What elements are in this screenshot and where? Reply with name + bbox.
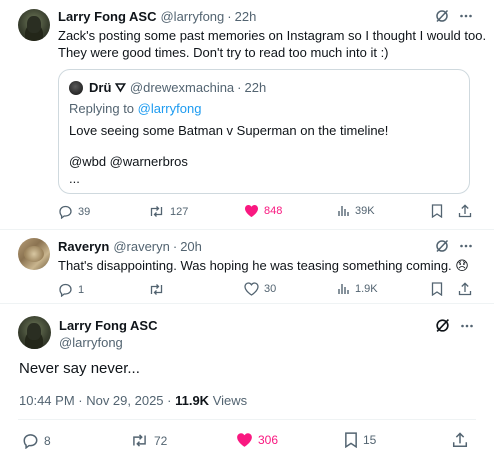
author-name[interactable]: Larry Fong ASC (58, 9, 156, 24)
repost-button[interactable] (148, 282, 165, 297)
quote-author-handle: @drewexmachina (129, 80, 235, 95)
repost-button[interactable]: 127 (148, 204, 188, 219)
views-total: 11.9K (175, 393, 210, 408)
repost-button[interactable]: 72 (130, 432, 167, 449)
reply-count: 1 (78, 283, 85, 296)
tweet-larryfong-reply[interactable]: Larry Fong ASC @larryfong · 22h Zack's p… (0, 0, 494, 228)
more-icon[interactable] (459, 9, 473, 23)
views-count: 1.9K (355, 282, 378, 295)
tweet-text-line: They were good times. Don't try to read … (58, 45, 389, 60)
views-button[interactable]: 1.9K (337, 282, 378, 295)
reply-icon (58, 282, 73, 297)
reply-icon (58, 204, 73, 219)
quoted-tweet[interactable]: Drü ⛛ @drewexmachina · 22h Replying to @… (58, 69, 470, 194)
quote-text-line2: @wbd @warnerbros (69, 154, 188, 169)
separator: · (172, 239, 178, 254)
like-count: 848 (264, 205, 283, 217)
repost-count: 127 (170, 205, 189, 218)
views-icon (337, 282, 350, 295)
repost-count: 72 (154, 433, 168, 448)
grok-icon[interactable] (435, 239, 449, 253)
views-icon (337, 204, 350, 217)
grok-icon[interactable] (435, 9, 449, 23)
reply-icon (22, 432, 39, 449)
tweet-time[interactable]: 20h (180, 239, 202, 254)
repost-icon (148, 204, 165, 219)
separator: · (227, 9, 232, 24)
avatar-larryfong[interactable] (18, 9, 50, 41)
like-icon (236, 432, 253, 448)
avatar-larryfong[interactable] (18, 316, 51, 349)
repost-icon (130, 432, 149, 449)
like-button[interactable]: 30 (244, 282, 276, 296)
replying-prefix: Replying to (69, 101, 138, 116)
quote-author-name: Drü ⛛ (89, 80, 126, 95)
author-name[interactable]: Larry Fong ASC (59, 318, 157, 333)
reply-button[interactable]: 8 (22, 432, 51, 449)
like-icon (244, 204, 259, 218)
replying-to: Replying to @larryfong (69, 101, 201, 116)
share-icon[interactable] (458, 204, 472, 218)
like-count: 30 (264, 283, 277, 295)
quote-time: 22h (244, 80, 267, 95)
like-button[interactable]: 306 (236, 432, 278, 448)
reply-count: 8 (44, 433, 51, 448)
author-handle[interactable]: @raveryn (113, 239, 170, 254)
reply-button[interactable]: 39 (58, 204, 90, 219)
tweet-text: Never say never... (19, 360, 140, 377)
repost-icon (148, 282, 165, 297)
avatar-raveryn[interactable] (18, 238, 50, 270)
bookmark-icon (344, 432, 358, 448)
author-handle[interactable]: @larryfong (160, 9, 224, 24)
views-label: Views (209, 393, 248, 408)
avatar-drewexmachina (69, 81, 83, 95)
views-button[interactable]: 39K (337, 204, 375, 217)
tweet-raveryn-reply[interactable]: Raveryn @raveryn · 20h That's disappoint… (0, 230, 494, 302)
bookmark-button[interactable]: 15 (344, 432, 376, 448)
views-count: 39K (355, 204, 375, 217)
reply-button[interactable]: 1 (58, 282, 84, 297)
like-count: 306 (258, 433, 279, 447)
quote-text-line3: ... (69, 171, 80, 186)
author-name[interactable]: Raveryn (58, 239, 109, 254)
bookmark-icon[interactable] (431, 282, 443, 296)
bookmark-count: 15 (363, 433, 377, 447)
like-icon (244, 282, 259, 296)
tweet-timestamp[interactable]: 10:44 PM · Nov 29, 2025 · (19, 393, 175, 408)
more-icon[interactable] (460, 319, 474, 333)
more-icon[interactable] (459, 239, 473, 253)
share-icon[interactable] (458, 282, 472, 296)
share-icon[interactable] (452, 432, 468, 448)
tweet-time[interactable]: 22h (235, 9, 257, 24)
separator: · (237, 80, 242, 95)
bookmark-icon[interactable] (431, 204, 443, 218)
like-button[interactable]: 848 (244, 204, 282, 218)
replying-mention[interactable]: @larryfong (138, 101, 202, 116)
tweet-text: That's disappointing. Was hoping he was … (58, 258, 469, 273)
grok-icon[interactable] (435, 318, 450, 333)
tweet-text-line: Zack's posting some past memories on Ins… (58, 28, 487, 43)
quote-text-line1: Love seeing some Batman v Superman on th… (69, 123, 389, 138)
tweet-text: Zack's posting some past memories on Ins… (58, 27, 486, 61)
divider (18, 419, 476, 420)
author-handle[interactable]: @larryfong (59, 335, 123, 350)
tweet-meta: 10:44 PM · Nov 29, 2025 · 11.9K Views (19, 393, 247, 408)
reply-count: 39 (78, 205, 91, 218)
